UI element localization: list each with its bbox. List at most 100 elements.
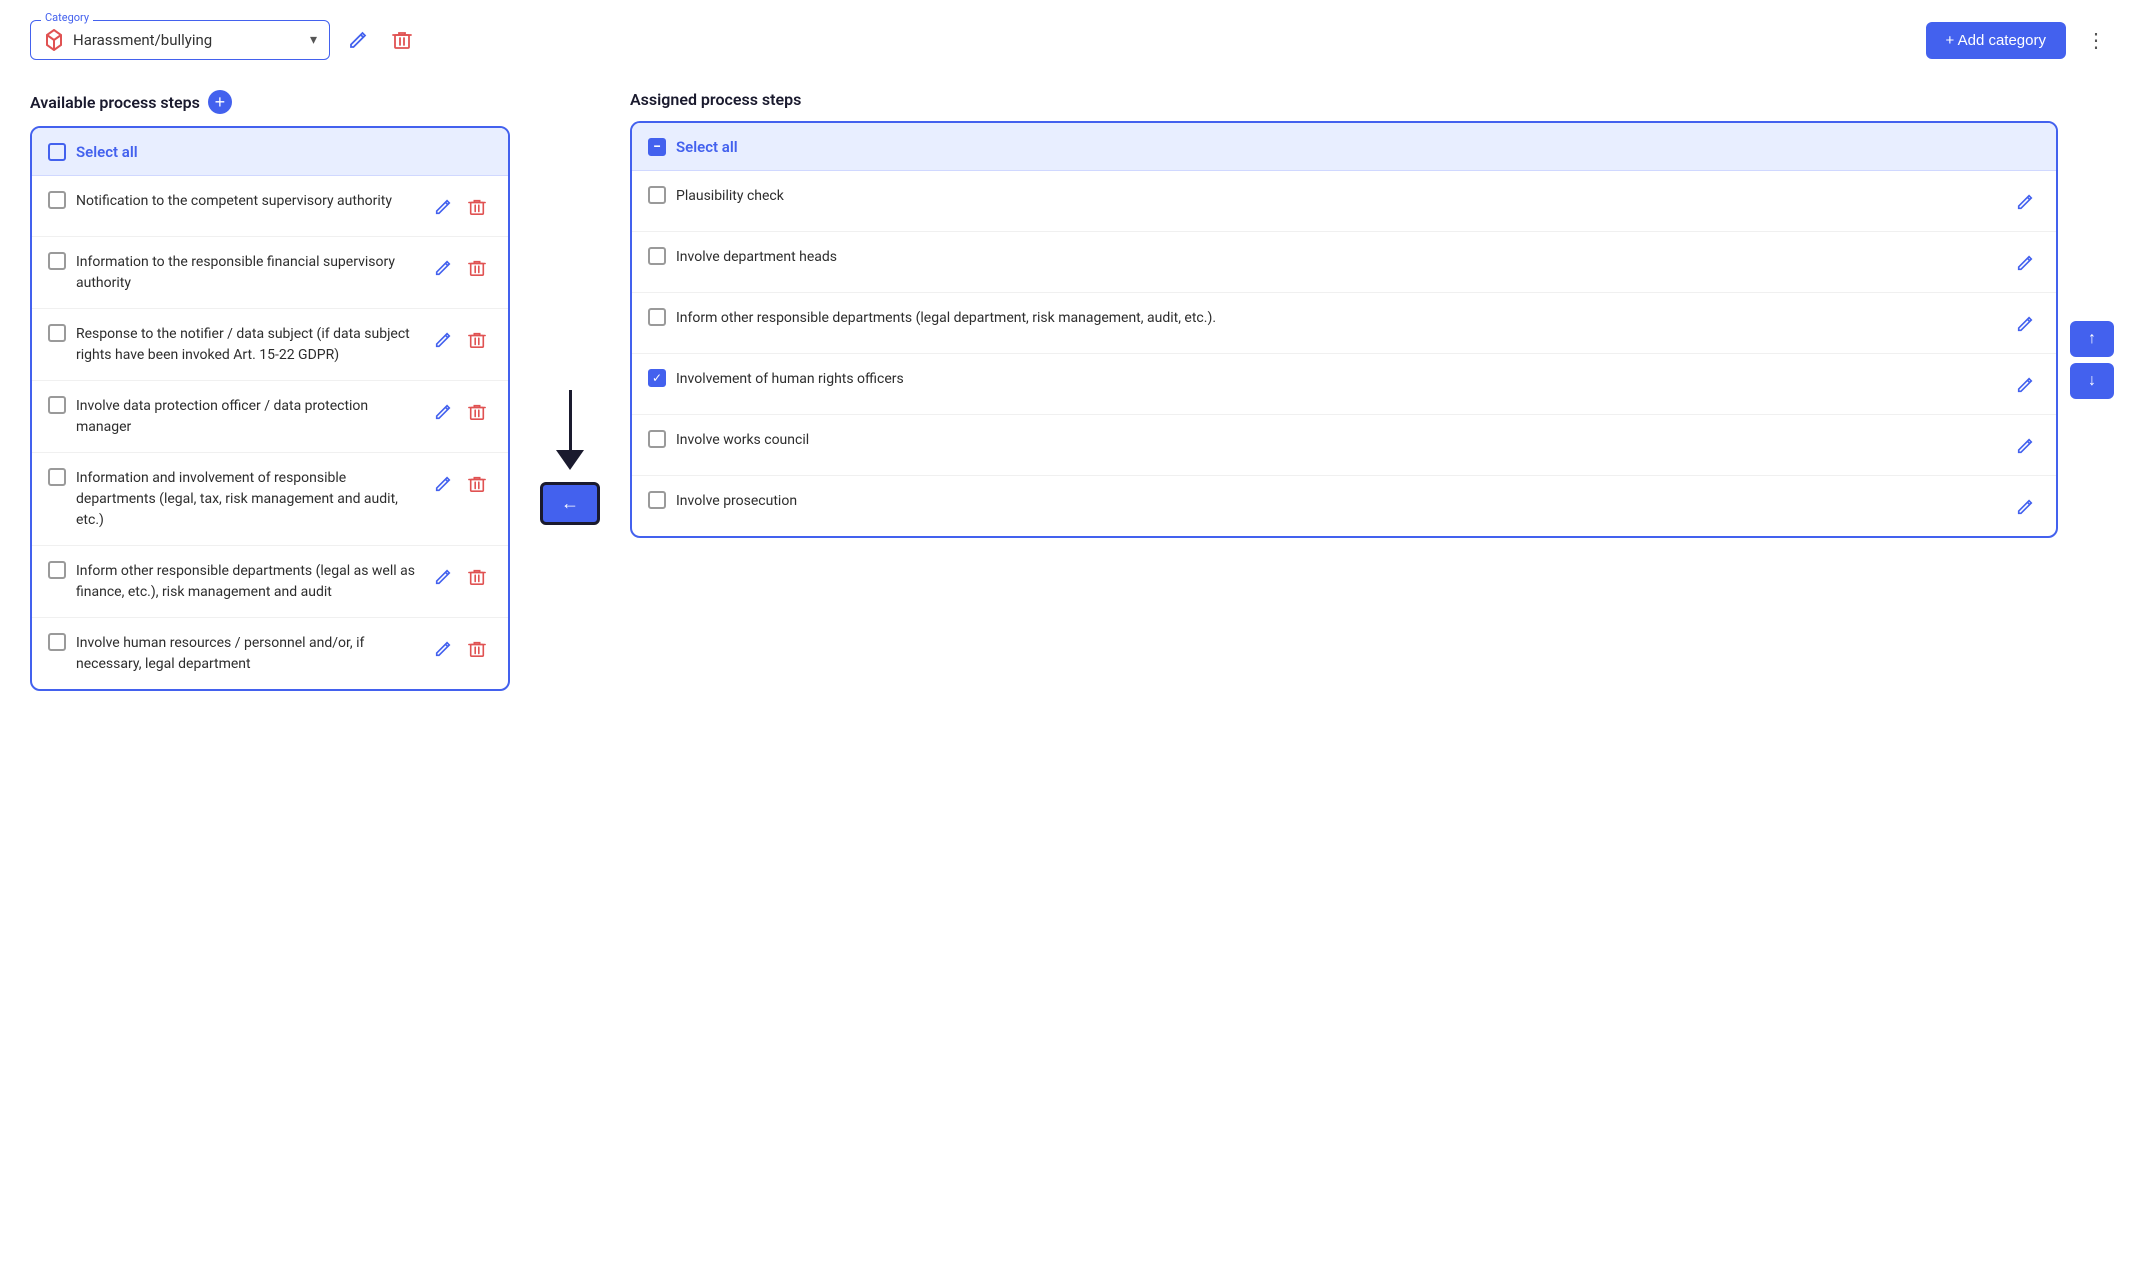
available-item-edit-button[interactable] <box>428 469 458 499</box>
assigned-item-edit-button[interactable] <box>2010 431 2040 461</box>
assigned-item-actions <box>2010 490 2040 522</box>
category-icon <box>43 29 65 51</box>
available-select-all-checkbox[interactable] <box>48 143 66 161</box>
available-item-delete-button[interactable] <box>462 469 492 499</box>
available-item-edit-button[interactable] <box>428 562 458 592</box>
assigned-item-text: Involvement of human rights officers <box>676 368 2000 390</box>
trash-icon <box>468 259 486 277</box>
assigned-item-edit-button[interactable] <box>2010 370 2040 400</box>
edit-icon <box>348 30 368 50</box>
edit-icon <box>434 259 452 277</box>
available-item-delete-button[interactable] <box>462 253 492 283</box>
assigned-list-item: Plausibility check <box>632 171 2056 232</box>
available-item-checkbox[interactable] <box>48 633 66 651</box>
edit-icon <box>434 640 452 658</box>
available-item-edit-button[interactable] <box>428 325 458 355</box>
available-item-edit-button[interactable] <box>428 192 458 222</box>
available-item-checkbox[interactable] <box>48 324 66 342</box>
assigned-select-all-checkbox[interactable] <box>648 138 666 156</box>
assigned-panel-title-text: Assigned process steps <box>630 90 801 109</box>
edit-icon <box>2016 254 2034 272</box>
edit-icon <box>434 403 452 421</box>
assigned-select-all-row[interactable]: Select all <box>632 123 2056 171</box>
available-item-edit-button[interactable] <box>428 253 458 283</box>
assigned-select-all-label[interactable]: Select all <box>676 138 738 156</box>
assigned-item-actions <box>2010 429 2040 461</box>
add-category-button[interactable]: + Add category <box>1926 22 2067 59</box>
more-options-button[interactable]: ⋮ <box>2078 22 2114 59</box>
trash-icon <box>468 640 486 658</box>
edit-category-button[interactable] <box>342 24 374 56</box>
assigned-item-checkbox[interactable] <box>648 308 666 326</box>
arrow-line <box>569 390 572 450</box>
delete-category-button[interactable] <box>386 24 418 56</box>
available-item-edit-button[interactable] <box>428 397 458 427</box>
edit-icon <box>434 568 452 586</box>
available-panel: Available process steps + Select all Not… <box>30 90 510 691</box>
available-item-checkbox[interactable] <box>48 252 66 270</box>
move-down-button[interactable]: ↓ <box>2070 363 2114 399</box>
available-item-actions <box>428 251 492 283</box>
available-item-text: Information to the responsible financial… <box>76 251 418 294</box>
transfer-left-button[interactable]: ← <box>540 482 600 525</box>
arrow-down-indicator <box>556 390 584 470</box>
chevron-down-icon: ▾ <box>310 32 317 48</box>
available-list-item: Involve data protection officer / data p… <box>32 381 508 453</box>
available-item-checkbox[interactable] <box>48 191 66 209</box>
assigned-item-edit-button[interactable] <box>2010 187 2040 217</box>
assigned-item-text: Involve prosecution <box>676 490 2000 512</box>
category-floating-label: Category <box>41 11 93 24</box>
available-item-checkbox[interactable] <box>48 468 66 486</box>
category-select[interactable]: Category Harassment/bullying ▾ <box>30 20 330 60</box>
assigned-item-actions <box>2010 246 2040 278</box>
available-list-items: Notification to the competent supervisor… <box>32 176 508 689</box>
trash-icon <box>468 403 486 421</box>
assigned-item-checkbox[interactable] <box>648 491 666 509</box>
assigned-item-edit-button[interactable] <box>2010 248 2040 278</box>
available-item-delete-button[interactable] <box>462 562 492 592</box>
assigned-panel-title: Assigned process steps <box>630 90 2114 109</box>
assigned-item-checkbox[interactable] <box>648 247 666 265</box>
assigned-list-item: Involve prosecution <box>632 476 2056 536</box>
available-list-item: Response to the notifier / data subject … <box>32 309 508 381</box>
assigned-item-checkbox[interactable] <box>648 369 666 387</box>
assigned-item-edit-button[interactable] <box>2010 492 2040 522</box>
available-item-delete-button[interactable] <box>462 634 492 664</box>
edit-icon <box>2016 193 2034 211</box>
available-list-item: Notification to the competent supervisor… <box>32 176 508 237</box>
trash-icon <box>468 331 486 349</box>
arrow-head-icon <box>556 450 584 470</box>
assigned-item-edit-button[interactable] <box>2010 309 2040 339</box>
available-item-text: Information and involvement of responsib… <box>76 467 418 531</box>
edit-icon <box>434 331 452 349</box>
available-item-delete-button[interactable] <box>462 325 492 355</box>
available-list-item: Information to the responsible financial… <box>32 237 508 309</box>
header-row: Category Harassment/bullying ▾ <box>30 20 2114 60</box>
main-content: Available process steps + Select all Not… <box>30 90 2114 691</box>
available-item-text: Response to the notifier / data subject … <box>76 323 418 366</box>
available-item-text: Inform other responsible departments (le… <box>76 560 418 603</box>
available-item-delete-button[interactable] <box>462 192 492 222</box>
edit-icon <box>434 475 452 493</box>
trash-icon <box>468 198 486 216</box>
assigned-panel: Assigned process steps Select all Plausi… <box>630 90 2114 538</box>
available-list-item: Inform other responsible departments (le… <box>32 546 508 618</box>
edit-icon <box>2016 376 2034 394</box>
assigned-item-actions <box>2010 185 2040 217</box>
available-item-delete-button[interactable] <box>462 397 492 427</box>
move-up-button[interactable]: ↑ <box>2070 321 2114 357</box>
available-item-actions <box>428 190 492 222</box>
available-item-checkbox[interactable] <box>48 396 66 414</box>
assigned-list-items: Plausibility check Involve department he… <box>632 171 2056 536</box>
edit-icon <box>434 198 452 216</box>
add-step-button[interactable]: + <box>208 90 232 114</box>
assigned-item-checkbox[interactable] <box>648 430 666 448</box>
assigned-item-checkbox[interactable] <box>648 186 666 204</box>
assigned-item-text: Plausibility check <box>676 185 2000 207</box>
available-item-checkbox[interactable] <box>48 561 66 579</box>
available-select-all-label[interactable]: Select all <box>76 143 138 161</box>
available-item-edit-button[interactable] <box>428 634 458 664</box>
available-select-all-row[interactable]: Select all <box>32 128 508 176</box>
available-panel-title-text: Available process steps <box>30 93 200 112</box>
assigned-list-item: Involve works council <box>632 415 2056 476</box>
